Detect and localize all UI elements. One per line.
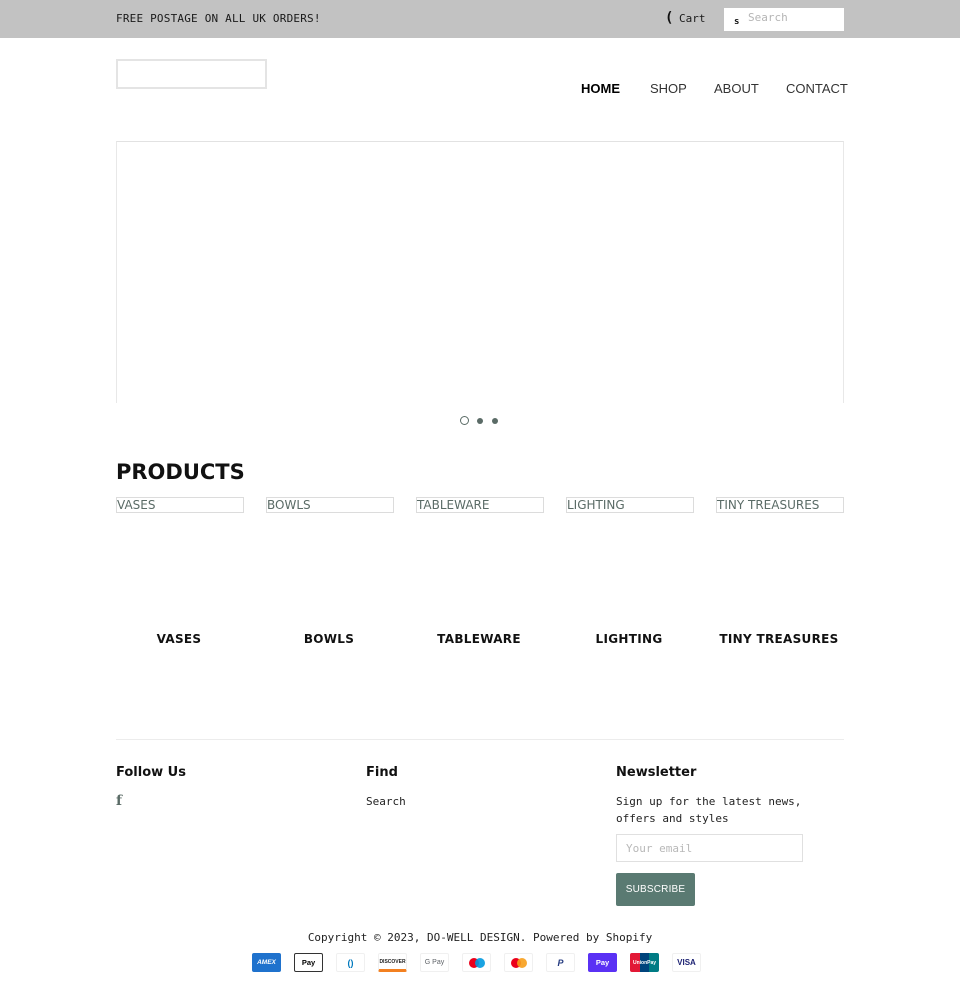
- footer-divider: [116, 739, 844, 740]
- category-title-vases[interactable]: VASES: [104, 632, 254, 646]
- mastercard-orange-circle: [517, 958, 527, 968]
- cart-icon[interactable]: (: [665, 10, 673, 26]
- announcement-bar: FREE POSTAGE ON ALL UK ORDERS! ( Cart s …: [0, 0, 960, 38]
- facebook-icon[interactable]: f: [116, 793, 122, 809]
- site-logo[interactable]: [116, 59, 267, 89]
- search-icon[interactable]: s: [734, 17, 739, 27]
- apple-pay-icon: Pay: [294, 953, 323, 972]
- category-image-bowls[interactable]: BOWLS: [266, 497, 394, 513]
- category-title-lighting[interactable]: LIGHTING: [554, 632, 704, 646]
- newsletter-text: Sign up for the latest news, offers and …: [616, 795, 802, 825]
- category-title-tiny-treasures[interactable]: TINY TREASURES: [704, 632, 854, 646]
- category-image-vases[interactable]: VASES: [116, 497, 244, 513]
- nav-contact[interactable]: CONTACT: [786, 81, 848, 96]
- category-image-tiny-treasures[interactable]: TINY TREASURES: [716, 497, 844, 513]
- newsletter-heading: Newsletter: [616, 765, 697, 780]
- subscribe-button[interactable]: SUBSCRIBE: [616, 873, 695, 906]
- products-heading: PRODUCTS: [116, 460, 245, 484]
- copyright-text: Copyright © 2023, DO-WELL DESIGN. Powere…: [307, 931, 653, 944]
- footer-search-link[interactable]: Search: [366, 795, 406, 808]
- maestro-icon: [462, 953, 491, 972]
- paypal-icon: P: [546, 953, 575, 972]
- slide-dot-3[interactable]: [492, 418, 498, 424]
- amex-icon: AMEX: [252, 953, 281, 972]
- newsletter-email-input[interactable]: [616, 834, 803, 862]
- cart-link[interactable]: Cart: [679, 12, 706, 25]
- category-title-tableware[interactable]: TABLEWARE: [404, 632, 554, 646]
- nav-about[interactable]: ABOUT: [714, 81, 759, 96]
- category-title-bowls[interactable]: BOWLS: [254, 632, 404, 646]
- find-heading: Find: [366, 765, 398, 780]
- maestro-blue-circle: [475, 958, 485, 968]
- category-image-tableware[interactable]: TABLEWARE: [416, 497, 544, 513]
- payment-icons: AMEX Pay () DISCOVER G Pay P Pay UnionPa…: [252, 953, 701, 972]
- diners-club-icon: (): [336, 953, 365, 972]
- mastercard-icon: [504, 953, 533, 972]
- nav-home[interactable]: HOME: [581, 81, 620, 96]
- slide-dot-1[interactable]: [460, 416, 469, 425]
- unionpay-icon: UnionPay: [630, 953, 659, 972]
- nav-shop[interactable]: SHOP: [650, 81, 687, 96]
- hero-slideshow: [116, 141, 844, 403]
- shop-pay-icon: Pay: [588, 953, 617, 972]
- follow-us-heading: Follow Us: [116, 765, 186, 780]
- visa-icon: VISA: [672, 953, 701, 972]
- google-pay-icon: G Pay: [420, 953, 449, 972]
- search-placeholder: Search: [748, 11, 788, 24]
- discover-icon: DISCOVER: [378, 953, 407, 972]
- category-image-lighting[interactable]: LIGHTING: [566, 497, 694, 513]
- slide-dot-2[interactable]: [477, 418, 483, 424]
- announcement-text: FREE POSTAGE ON ALL UK ORDERS!: [116, 12, 321, 25]
